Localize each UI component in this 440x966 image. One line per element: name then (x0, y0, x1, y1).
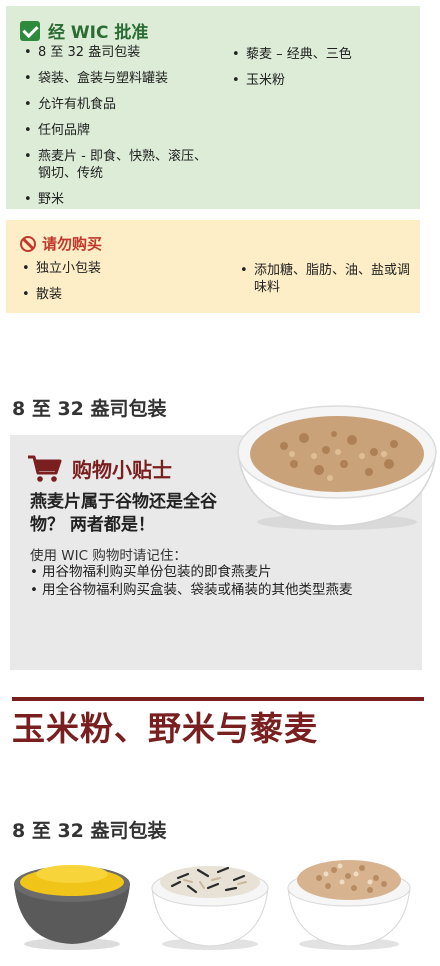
checkmark-icon (20, 20, 40, 41)
list-item: 野米 (24, 191, 214, 208)
do-not-buy-header: 请勿购买 (20, 233, 102, 254)
tips-list: 用谷物福利购买单份包装的即食燕麦片 用全谷物福利购买盒装、袋装或桶装的其他类型燕… (30, 563, 410, 599)
approved-list-left: 8 至 32 盎司包装 袋装、盒装与塑料罐装 允许有机食品 任何品牌 燕麦片 -… (24, 44, 214, 217)
do-not-buy-title: 请勿购买 (42, 235, 103, 253)
approved-header: 经 WIC 批准 (20, 18, 148, 43)
list-item: 任何品牌 (24, 122, 214, 139)
list-item: 允许有机食品 (24, 96, 214, 113)
approved-box: 经 WIC 批准 8 至 32 盎司包装 袋装、盒装与塑料罐装 允许有机食品 任… (6, 6, 420, 209)
approved-list-right: 藜麦 – 经典、三色 玉米粉 (232, 46, 412, 98)
list-item: 8 至 32 盎司包装 (24, 44, 214, 61)
oats-size-label: 8 至 32 盎司包装 (12, 398, 167, 420)
quinoa-bowl-image (287, 860, 411, 950)
wild-rice-bowl-image (151, 866, 269, 950)
list-item: 添加糖、脂肪、油、盐或调味料 (240, 262, 420, 296)
oatmeal-bowl-image (237, 405, 437, 530)
tips-intro: 使用 WIC 购物时请记住： (30, 548, 187, 564)
list-item: 散装 (22, 286, 212, 303)
list-item: 袋装、盒装与塑料罐装 (24, 70, 214, 87)
tips-question: 燕麦片属于谷物还是全谷物？ 两者都是！ (30, 492, 217, 535)
do-not-buy-list-right: 添加糖、脂肪、油、盐或调味料 (240, 262, 420, 305)
list-item: 燕麦片 - 即食、快熟、滚压、钢切、传统 (24, 148, 214, 182)
list-item: 玉米粉 (232, 72, 412, 89)
tips-header: 购物小贴士 (26, 453, 172, 483)
section-divider (12, 697, 424, 701)
cornmeal-size-label: 8 至 32 盎司包装 (12, 820, 167, 842)
list-item: 用谷物福利购买单份包装的即食燕麦片 (30, 563, 410, 581)
do-not-buy-list-left: 独立小包装 散装 (22, 260, 212, 312)
cornmeal-bowl-image (14, 865, 130, 950)
prohibited-icon (20, 235, 36, 252)
list-item: 独立小包装 (22, 260, 212, 277)
shopping-cart-icon (28, 455, 62, 482)
approved-title: 经 WIC 批准 (48, 23, 149, 43)
list-item: 藜麦 – 经典、三色 (232, 46, 412, 63)
tips-title: 购物小贴士 (72, 457, 172, 482)
cornmeal-section-heading: 玉米粉、野米与藜麦 (12, 709, 318, 748)
list-item: 用全谷物福利购买盒装、袋装或桶装的其他类型燕麦 (30, 581, 410, 599)
do-not-buy-box: 请勿购买 独立小包装 散装 添加糖、脂肪、油、盐或调味料 (6, 220, 420, 313)
